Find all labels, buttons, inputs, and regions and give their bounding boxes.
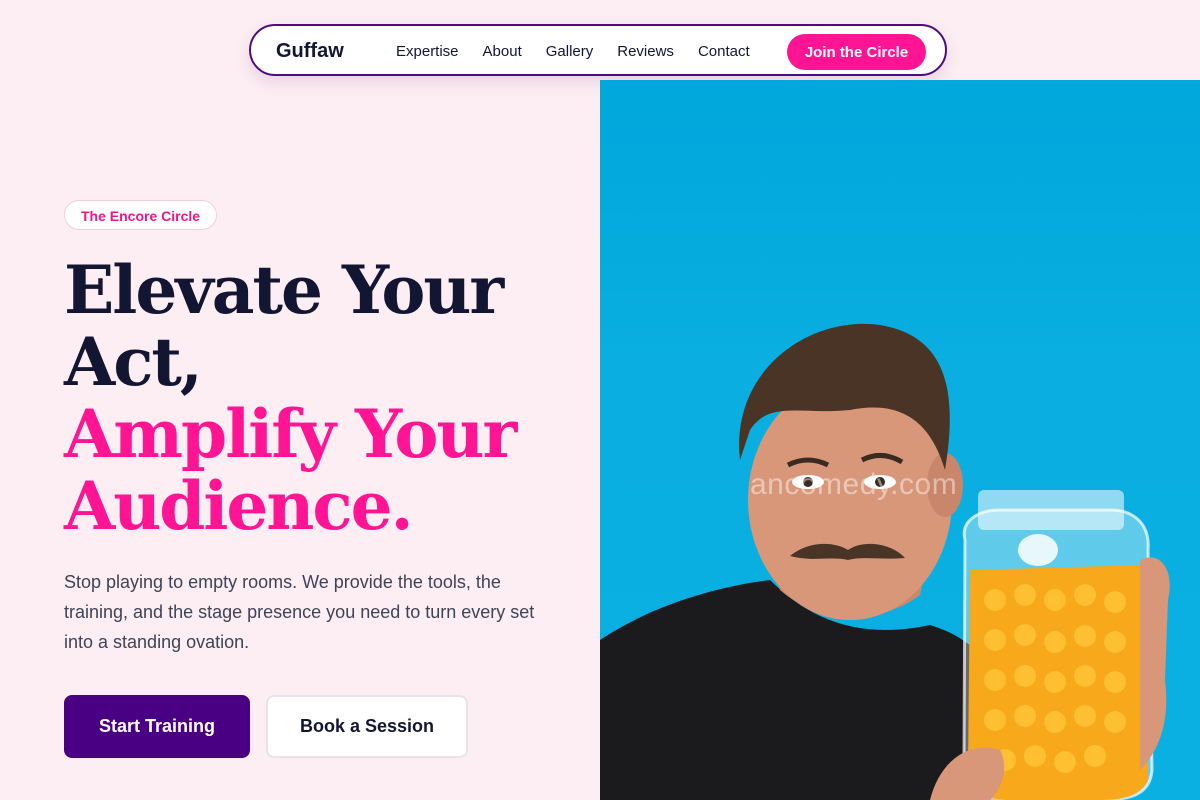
nav-link-reviews[interactable]: Reviews (617, 43, 674, 60)
headline-line-1: Elevate Your (64, 251, 504, 329)
start-training-button[interactable]: Start Training (64, 695, 250, 758)
headline-line-2: Act, (64, 323, 203, 401)
headline-line-3: Amplify Your (64, 395, 517, 473)
nav-link-about[interactable]: About (483, 43, 522, 60)
hero-lead-text: Stop playing to empty rooms. We provide … (64, 572, 535, 652)
brand-logo[interactable]: Guffaw (276, 40, 344, 63)
hero-headline: Elevate Your Act, Amplify Your Audience. (64, 251, 517, 545)
comedian-photo-illustration (600, 323, 1170, 800)
hero-badge: The Encore Circle (64, 200, 218, 230)
navbar: Guffaw Expertise About Gallery Reviews C… (249, 24, 947, 76)
nav-link-gallery[interactable]: Gallery (546, 43, 594, 60)
nav-link-contact[interactable]: Contact (698, 43, 750, 60)
nav-links: Expertise About Gallery Reviews Contact (396, 43, 774, 60)
book-session-button[interactable]: Book a Session (266, 695, 468, 758)
hero-photo: ancomedy.com (600, 80, 1200, 800)
join-circle-button[interactable]: Join the Circle (787, 34, 926, 70)
headline-line-4: Audience. (64, 467, 414, 545)
nav-link-expertise[interactable]: Expertise (396, 43, 459, 60)
watermark-text: ancomedy.com (750, 468, 958, 501)
